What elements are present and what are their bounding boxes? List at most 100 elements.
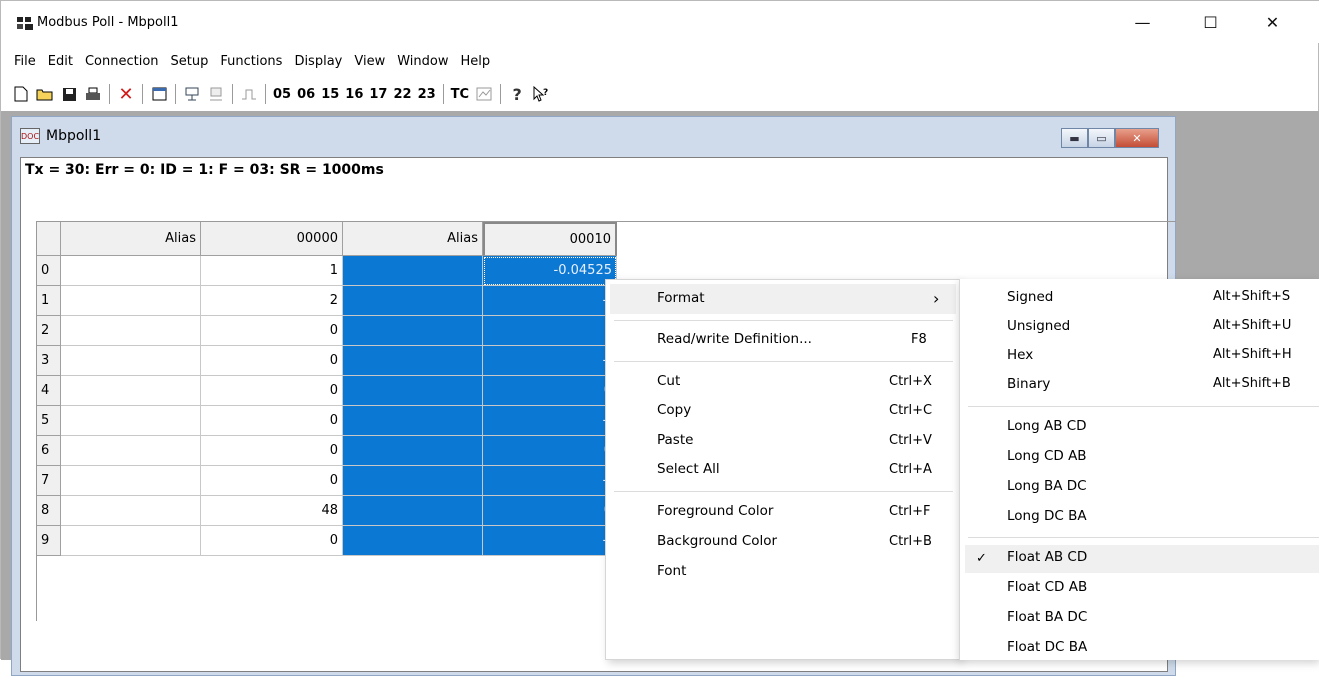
menu-item-background-color[interactable]: Background Color: [657, 533, 777, 549]
value-cell-00010[interactable]: 0: [483, 436, 617, 466]
alias-cell[interactable]: [61, 256, 201, 286]
value-cell-00000[interactable]: 0: [201, 316, 343, 346]
menu-window[interactable]: Window: [392, 49, 455, 75]
alias-cell[interactable]: [343, 406, 483, 436]
row-header[interactable]: 2: [37, 316, 61, 346]
value-cell-00010[interactable]: 0: [483, 376, 617, 406]
value-cell-00000[interactable]: 0: [201, 346, 343, 376]
alias-cell[interactable]: [61, 316, 201, 346]
submenu-item-float-ab-cd[interactable]: Float AB CD: [1007, 549, 1087, 565]
submenu-item-float-ba-dc[interactable]: Float BA DC: [1007, 609, 1087, 625]
menu-item-paste[interactable]: Paste: [657, 432, 693, 448]
value-cell-00000[interactable]: 2: [201, 286, 343, 316]
submenu-item-float-dc-ba[interactable]: Float DC BA: [1007, 639, 1087, 655]
row-header[interactable]: 3: [37, 346, 61, 376]
menu-edit[interactable]: Edit: [43, 49, 80, 75]
table-row[interactable]: 2 0 1: [37, 316, 617, 346]
tc-button[interactable]: TC: [448, 82, 472, 106]
menu-item-format[interactable]: Format: [657, 290, 705, 306]
value-cell-00000[interactable]: 0: [201, 406, 343, 436]
print-icon[interactable]: [81, 82, 105, 106]
child-title-bar[interactable]: DOC Mbpoll1: [20, 123, 101, 149]
table-row[interactable]: 9 0 --: [37, 526, 617, 556]
menu-connection[interactable]: Connection: [80, 49, 166, 75]
fc-22-button[interactable]: 22: [390, 82, 414, 106]
submenu-item-long-ab-cd[interactable]: Long AB CD: [1007, 418, 1087, 434]
fc-16-button[interactable]: 16: [342, 82, 366, 106]
menu-functions[interactable]: Functions: [215, 49, 289, 75]
fc-15-button[interactable]: 15: [318, 82, 342, 106]
menu-setup[interactable]: Setup: [166, 49, 216, 75]
submenu-item-hex[interactable]: Hex: [1007, 347, 1033, 363]
table-row[interactable]: 3 0 --: [37, 346, 617, 376]
column-header-00010[interactable]: 00010: [483, 222, 617, 256]
disconnect-icon[interactable]: [204, 82, 228, 106]
submenu-item-long-dc-ba[interactable]: Long DC BA: [1007, 508, 1087, 524]
window-icon[interactable]: [147, 82, 171, 106]
submenu-item-long-cd-ab[interactable]: Long CD AB: [1007, 448, 1087, 464]
menu-file[interactable]: File: [9, 49, 43, 75]
menu-view[interactable]: View: [349, 49, 392, 75]
alias-cell[interactable]: [61, 436, 201, 466]
new-icon[interactable]: [9, 82, 33, 106]
submenu-item-unsigned[interactable]: Unsigned: [1007, 318, 1070, 334]
alias-cell[interactable]: [343, 316, 483, 346]
menu-item-font[interactable]: Font: [657, 563, 686, 579]
alias-cell[interactable]: [343, 496, 483, 526]
column-header-00000[interactable]: 00000: [201, 222, 343, 256]
value-cell-00010[interactable]: --: [483, 286, 617, 316]
value-cell-00000[interactable]: 0: [201, 376, 343, 406]
table-row[interactable]: 7 0 --: [37, 466, 617, 496]
alias-cell[interactable]: [61, 346, 201, 376]
minimize-button[interactable]: —: [1120, 7, 1165, 37]
menu-display[interactable]: Display: [289, 49, 349, 75]
value-cell-00010[interactable]: --: [483, 406, 617, 436]
menu-help[interactable]: Help: [455, 49, 497, 75]
value-cell-00000[interactable]: 0: [201, 466, 343, 496]
child-maximize-button[interactable]: ▭: [1088, 128, 1115, 148]
value-cell-00000[interactable]: 1: [201, 256, 343, 286]
alias-cell[interactable]: [61, 286, 201, 316]
value-cell-00010[interactable]: --: [483, 466, 617, 496]
table-row[interactable]: 4 0 0: [37, 376, 617, 406]
submenu-item-signed[interactable]: Signed: [1007, 289, 1053, 305]
value-cell-00010[interactable]: --: [483, 526, 617, 556]
menu-item-foreground-color[interactable]: Foreground Color: [657, 503, 773, 519]
value-cell-00000[interactable]: 0: [201, 436, 343, 466]
row-header[interactable]: 4: [37, 376, 61, 406]
row-header[interactable]: 5: [37, 406, 61, 436]
row-header[interactable]: 9: [37, 526, 61, 556]
maximize-button[interactable]: ☐: [1188, 7, 1233, 37]
fc-05-button[interactable]: 05: [270, 82, 294, 106]
menu-item-cut[interactable]: Cut: [657, 373, 680, 389]
value-cell-00000[interactable]: 48: [201, 496, 343, 526]
table-row[interactable]: 0 1 -0.04525: [37, 256, 617, 286]
submenu-item-binary[interactable]: Binary: [1007, 376, 1050, 392]
value-cell-00010[interactable]: -0.04525: [483, 256, 617, 286]
row-header[interactable]: 0: [37, 256, 61, 286]
pulse-icon[interactable]: [237, 82, 261, 106]
alias-cell[interactable]: [61, 466, 201, 496]
table-row[interactable]: 1 2 --: [37, 286, 617, 316]
value-cell-00010[interactable]: 0: [483, 496, 617, 526]
open-icon[interactable]: [33, 82, 57, 106]
child-minimize-button[interactable]: ▬: [1061, 128, 1088, 148]
value-cell-00010[interactable]: --: [483, 346, 617, 376]
table-row[interactable]: 8 48 0: [37, 496, 617, 526]
child-close-button[interactable]: ✕: [1115, 128, 1159, 148]
delete-icon[interactable]: ✕: [114, 82, 138, 106]
value-cell-00010[interactable]: 1: [483, 316, 617, 346]
alias-cell[interactable]: [343, 286, 483, 316]
alias-cell[interactable]: [343, 436, 483, 466]
menu-item-select-all[interactable]: Select All: [657, 461, 720, 477]
alias-cell[interactable]: [61, 526, 201, 556]
table-row[interactable]: 6 0 0: [37, 436, 617, 466]
submenu-item-long-ba-dc[interactable]: Long BA DC: [1007, 478, 1087, 494]
submenu-item-float-cd-ab[interactable]: Float CD AB: [1007, 579, 1087, 595]
title-bar[interactable]: Modbus Poll - Mbpoll1 — ☐ ✕: [1, 1, 1319, 43]
alias-cell[interactable]: [343, 346, 483, 376]
column-header-alias[interactable]: Alias: [61, 222, 201, 256]
close-button[interactable]: ✕: [1250, 7, 1295, 37]
fc-23-button[interactable]: 23: [415, 82, 439, 106]
row-header[interactable]: 7: [37, 466, 61, 496]
